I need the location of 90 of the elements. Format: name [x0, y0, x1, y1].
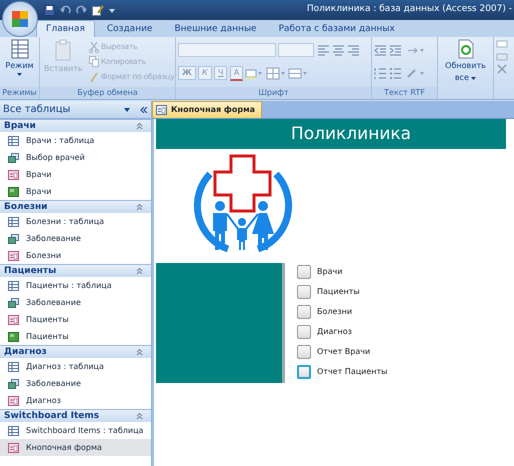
- switchboard-button[interactable]: [297, 265, 311, 279]
- align-center-icon[interactable]: [332, 44, 345, 57]
- row-color-icon[interactable]: [288, 66, 308, 80]
- group-label: Текст RTF: [372, 87, 437, 99]
- delete-icon[interactable]: [496, 64, 508, 74]
- caret-icon: [471, 76, 476, 80]
- navigation-item[interactable]: Диагноз: [0, 392, 151, 409]
- switchboard-button[interactable]: [297, 305, 311, 319]
- ribbon-tab[interactable]: Главная: [36, 20, 95, 37]
- navigation-item[interactable]: Switchboard Items : таблица: [0, 422, 151, 439]
- button-label: Диагноз: [317, 326, 352, 338]
- collapse-icon[interactable]: [140, 106, 148, 112]
- navigation-item[interactable]: Пациенты: [0, 311, 151, 328]
- switchboard-button[interactable]: [297, 365, 311, 379]
- group-header: Болезни: [4, 201, 48, 213]
- group-label: Буфер обмена: [40, 87, 175, 99]
- copy-icon: [89, 56, 99, 68]
- document-tab[interactable]: Кнопочная форма: [152, 101, 262, 118]
- button-label: Отчет Врачи: [317, 346, 370, 358]
- undo-icon[interactable]: [60, 4, 71, 16]
- dropdown-icon[interactable]: [124, 108, 130, 112]
- redo-icon[interactable]: [76, 4, 87, 16]
- form-icon: [156, 105, 167, 115]
- gridlines-icon[interactable]: [266, 66, 286, 80]
- numbered-list-icon[interactable]: [374, 67, 387, 80]
- navigation-item[interactable]: Врачи: [0, 166, 151, 183]
- button-label: Врачи: [317, 266, 342, 278]
- office-button[interactable]: [2, 1, 38, 37]
- navigation-item[interactable]: Кнопочная форма: [0, 439, 151, 456]
- logo-icon: [10, 9, 30, 29]
- window-title: Поликлиника : база данных (Access 2007) -: [306, 3, 512, 16]
- refresh-button[interactable]: Обновить все: [443, 39, 488, 83]
- group-header: Switchboard Items: [4, 410, 100, 422]
- form-icon: [8, 442, 19, 452]
- refresh-icon: [458, 39, 474, 59]
- query-icon: [8, 234, 19, 244]
- navigation-item[interactable]: Диагноз : таблица: [0, 358, 151, 375]
- button-label: Отчет Пациенты: [317, 366, 388, 378]
- decrease-indent-icon[interactable]: [374, 44, 387, 57]
- fill-color-icon[interactable]: [245, 66, 264, 80]
- form-icon: [8, 170, 19, 180]
- align-right-icon[interactable]: [347, 44, 360, 57]
- group-header: Врачи: [4, 120, 36, 132]
- form-icon: [8, 250, 19, 260]
- scissors-icon: [89, 40, 99, 53]
- navigation-item[interactable]: Болезни : таблица: [0, 213, 151, 230]
- navigation-item[interactable]: Болезни: [0, 247, 151, 264]
- switchboard-button[interactable]: [297, 285, 311, 299]
- group-label: Режимы: [0, 87, 39, 99]
- align-left-icon[interactable]: [316, 44, 330, 57]
- form-title: Поликлиника: [156, 119, 506, 149]
- query-icon: [8, 378, 19, 388]
- table-icon: [8, 362, 19, 372]
- form-icon: [8, 314, 19, 324]
- switchboard-button[interactable]: [297, 325, 311, 339]
- form-icon: [8, 396, 19, 406]
- datasheet-icon: [10, 39, 28, 59]
- table-icon: [8, 136, 19, 146]
- bullet-list-icon[interactable]: [389, 67, 402, 80]
- ribbon-tab[interactable]: Создание: [96, 20, 162, 37]
- navigation-item[interactable]: Пациенты : таблица: [0, 277, 151, 294]
- table-icon: [8, 280, 19, 290]
- group-label: Шрифт: [176, 87, 371, 99]
- dropdown-icon[interactable]: [109, 8, 115, 12]
- query-icon: [8, 298, 19, 308]
- navigation-item[interactable]: Врачи : таблица: [0, 132, 151, 149]
- report-icon: [8, 332, 19, 342]
- group-header: Диагноз: [4, 346, 47, 358]
- table-icon: [8, 216, 19, 226]
- save-icon[interactable]: [44, 4, 55, 16]
- group-header: Пациенты: [4, 265, 56, 277]
- query-icon: [8, 152, 19, 162]
- button-label: Болезни: [317, 306, 352, 318]
- ribbon-tab[interactable]: Работа с базами данных: [268, 20, 405, 37]
- navigation-item[interactable]: Выбор врачей: [0, 149, 151, 166]
- navigation-item[interactable]: Заболевание: [0, 294, 151, 311]
- navigation-title: Все таблицы: [3, 103, 70, 117]
- table-icon: [8, 426, 19, 436]
- navigation-item[interactable]: Заболевание: [0, 375, 151, 392]
- increase-indent-icon[interactable]: [389, 44, 402, 57]
- report-icon: [8, 186, 19, 196]
- navigation-item[interactable]: Врачи: [0, 183, 151, 200]
- ribbon-tab[interactable]: Внешние данные: [164, 20, 267, 37]
- switchboard-button[interactable]: [297, 345, 311, 359]
- button-label: Пациенты: [317, 286, 360, 298]
- navigation-item[interactable]: Пациенты: [0, 328, 151, 345]
- clipboard-icon: [55, 39, 72, 61]
- caret-icon: [17, 73, 22, 76]
- mode-button[interactable]: Режим: [3, 39, 36, 76]
- navigation-item[interactable]: Заболевание: [0, 230, 151, 247]
